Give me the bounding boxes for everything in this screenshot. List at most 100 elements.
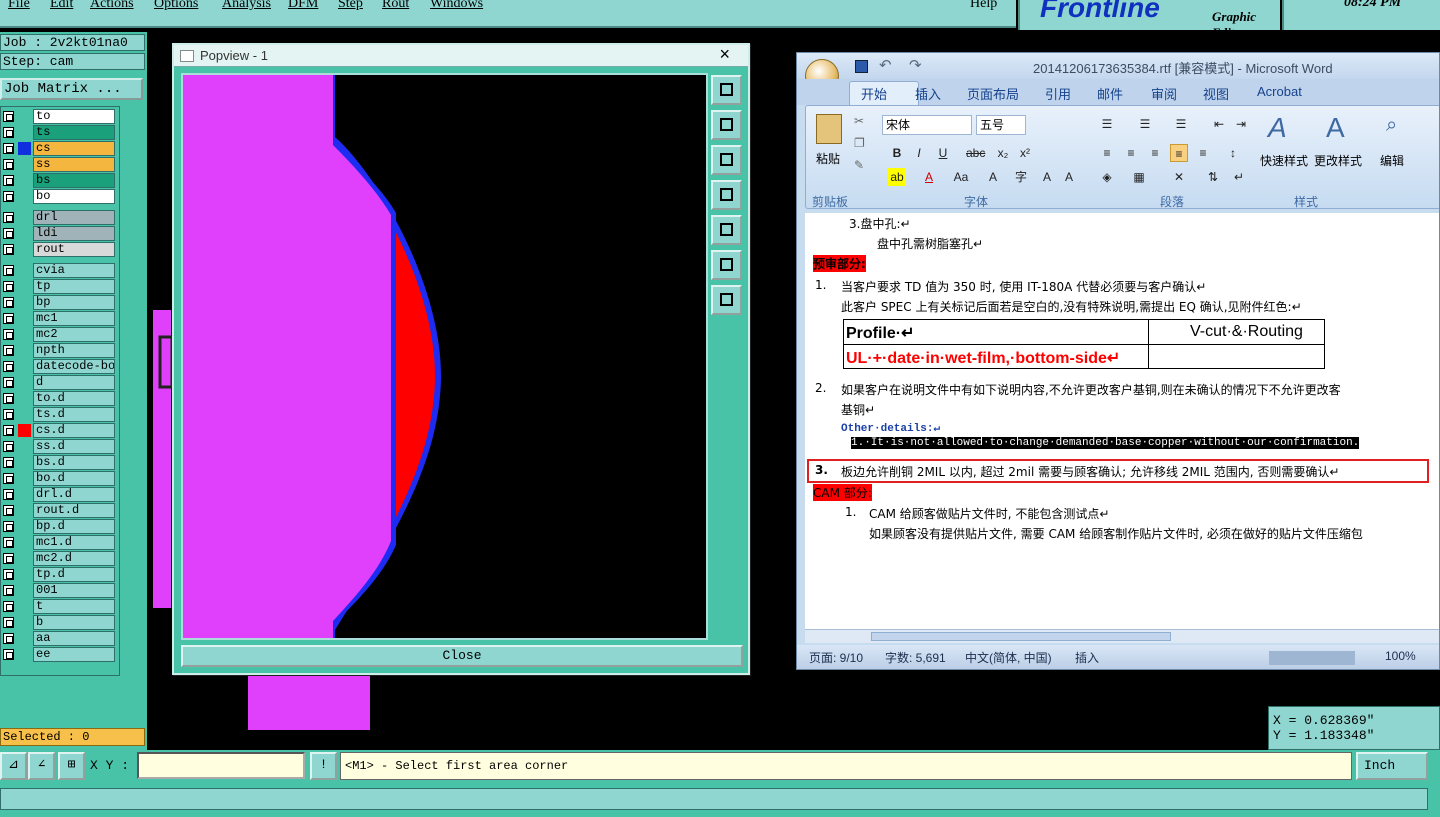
layer-checkbox[interactable] bbox=[3, 441, 14, 452]
shrink-font-icon[interactable]: A bbox=[1060, 168, 1078, 186]
layer-name[interactable]: t bbox=[33, 599, 115, 614]
layer-checkbox[interactable] bbox=[3, 361, 14, 372]
justify-icon[interactable]: ≡ bbox=[1170, 144, 1188, 162]
horizontal-scrollbar[interactable] bbox=[805, 629, 1439, 643]
layer-row-tp[interactable]: tp bbox=[1, 279, 119, 294]
format-painter-icon[interactable]: ✎ bbox=[854, 158, 864, 172]
layer-name[interactable]: cvia bbox=[33, 263, 115, 278]
layer-row-ss.d[interactable]: ss.d bbox=[1, 439, 119, 454]
view-buttons[interactable] bbox=[1269, 651, 1355, 665]
cut-icon[interactable]: ✂ bbox=[854, 114, 864, 128]
layer-checkbox[interactable] bbox=[3, 212, 14, 223]
layer-checkbox[interactable] bbox=[3, 601, 14, 612]
layer-name[interactable]: bo bbox=[33, 189, 115, 204]
layer-name[interactable]: tp.d bbox=[33, 567, 115, 582]
align-right-icon[interactable]: ≡ bbox=[1146, 144, 1164, 162]
layer-name[interactable]: cs bbox=[33, 141, 115, 156]
layer-checkbox[interactable] bbox=[3, 377, 14, 388]
copy-icon[interactable]: ❐ bbox=[854, 136, 865, 150]
layer-name[interactable]: cs.d bbox=[33, 423, 115, 438]
layer-checkbox[interactable] bbox=[3, 457, 14, 468]
layer-row-bs[interactable]: bs bbox=[1, 173, 119, 188]
shading-icon[interactable]: ◈ bbox=[1098, 168, 1116, 186]
tab-page-layout[interactable]: 页面布局 bbox=[967, 84, 1019, 103]
layer-row-bo[interactable]: bo bbox=[1, 189, 119, 204]
layer-checkbox[interactable] bbox=[3, 537, 14, 548]
layer-checkbox[interactable] bbox=[3, 143, 14, 154]
layer-checkbox[interactable] bbox=[3, 569, 14, 580]
align-left-icon[interactable]: ≡ bbox=[1098, 144, 1116, 162]
layer-row-to[interactable]: to bbox=[1, 109, 119, 124]
layer-checkbox[interactable] bbox=[3, 329, 14, 340]
layer-name[interactable]: bp bbox=[33, 295, 115, 310]
layer-checkbox[interactable] bbox=[3, 159, 14, 170]
layer-row-rout[interactable]: rout bbox=[1, 242, 119, 257]
font-name-select[interactable]: 宋体 bbox=[882, 115, 972, 135]
layer-row-bs.d[interactable]: bs.d bbox=[1, 455, 119, 470]
layer-row-ldi[interactable]: ldi bbox=[1, 226, 119, 241]
menu-options[interactable]: Options bbox=[154, 0, 198, 12]
tab-insert[interactable]: 插入 bbox=[915, 84, 941, 103]
layer-name[interactable]: tp bbox=[33, 279, 115, 294]
edit-label[interactable]: 编辑 bbox=[1380, 152, 1404, 169]
layer-name[interactable]: bp.d bbox=[33, 519, 115, 534]
layer-row-bo.d[interactable]: bo.d bbox=[1, 471, 119, 486]
job-matrix-button[interactable]: Job Matrix ... bbox=[0, 78, 143, 100]
font-size-select[interactable]: 五号 bbox=[976, 115, 1026, 135]
borders-icon[interactable]: ▦ bbox=[1130, 168, 1148, 186]
popview-close-button[interactable]: Close bbox=[181, 645, 743, 667]
underline-icon[interactable]: U bbox=[934, 144, 952, 162]
pan-up-button[interactable] bbox=[711, 110, 742, 140]
layer-row-ee[interactable]: ee bbox=[1, 647, 119, 662]
change-styles-icon[interactable]: A bbox=[1326, 112, 1345, 144]
char-shading-icon[interactable]: A bbox=[984, 168, 1002, 186]
layer-name[interactable]: b bbox=[33, 615, 115, 630]
bullets-icon[interactable]: ☰ bbox=[1098, 115, 1116, 133]
menu-rout[interactable]: Rout bbox=[382, 0, 409, 12]
superscript-icon[interactable]: x² bbox=[1016, 144, 1034, 162]
measure-tool-button[interactable]: ∠ bbox=[28, 752, 55, 780]
layer-name[interactable]: ss bbox=[33, 157, 115, 172]
show-marks-icon[interactable]: ↵ bbox=[1230, 168, 1248, 186]
change-styles-label[interactable]: 更改样式 bbox=[1314, 152, 1362, 169]
layer-checkbox[interactable] bbox=[3, 244, 14, 255]
layer-name[interactable]: aa bbox=[33, 631, 115, 646]
layer-checkbox[interactable] bbox=[3, 345, 14, 356]
layer-checkbox[interactable] bbox=[3, 111, 14, 122]
layer-row-mc1.d[interactable]: mc1.d bbox=[1, 535, 119, 550]
layer-row-bp[interactable]: bp bbox=[1, 295, 119, 310]
layer-checkbox[interactable] bbox=[3, 585, 14, 596]
find-icon[interactable]: ⌕ bbox=[1386, 114, 1397, 137]
layer-checkbox[interactable] bbox=[3, 633, 14, 644]
zoom-in-button[interactable] bbox=[711, 250, 742, 280]
select-tool-button[interactable]: ⊿ bbox=[0, 752, 27, 780]
status-language[interactable]: 中文(简体, 中国) bbox=[965, 649, 1052, 666]
line-spacing-icon[interactable]: ↕ bbox=[1224, 144, 1242, 162]
layer-checkbox[interactable] bbox=[3, 553, 14, 564]
decrease-indent-icon[interactable]: ⇤ bbox=[1210, 115, 1228, 133]
pan-right-button[interactable] bbox=[711, 215, 742, 245]
layer-name[interactable]: bs bbox=[33, 173, 115, 188]
layer-row-cs[interactable]: cs bbox=[1, 141, 119, 156]
menu-file[interactable]: File bbox=[8, 0, 30, 12]
layer-row-mc2[interactable]: mc2 bbox=[1, 327, 119, 342]
layer-checkbox[interactable] bbox=[3, 505, 14, 516]
menu-step[interactable]: Step bbox=[338, 0, 363, 12]
align-center-icon[interactable]: ≡ bbox=[1122, 144, 1140, 162]
grid-tool-button[interactable]: ⊞ bbox=[58, 752, 85, 780]
status-page[interactable]: 页面: 9/10 bbox=[809, 649, 863, 666]
menu-edit[interactable]: Edit bbox=[50, 0, 73, 12]
layer-checkbox[interactable] bbox=[3, 265, 14, 276]
change-case-icon[interactable]: Aa bbox=[952, 168, 970, 186]
layer-row-bp.d[interactable]: bp.d bbox=[1, 519, 119, 534]
layer-row-rout.d[interactable]: rout.d bbox=[1, 503, 119, 518]
layer-row-001[interactable]: 001 bbox=[1, 583, 119, 598]
layer-checkbox[interactable] bbox=[3, 649, 14, 660]
layer-name[interactable]: npth bbox=[33, 343, 115, 358]
layer-name[interactable]: ldi bbox=[33, 226, 115, 241]
status-zoom[interactable]: 100% bbox=[1385, 649, 1416, 663]
tab-view[interactable]: 视图 bbox=[1203, 84, 1229, 103]
layer-checkbox[interactable] bbox=[3, 127, 14, 138]
layer-name[interactable]: bo.d bbox=[33, 471, 115, 486]
menu-actions[interactable]: Actions bbox=[90, 0, 134, 12]
